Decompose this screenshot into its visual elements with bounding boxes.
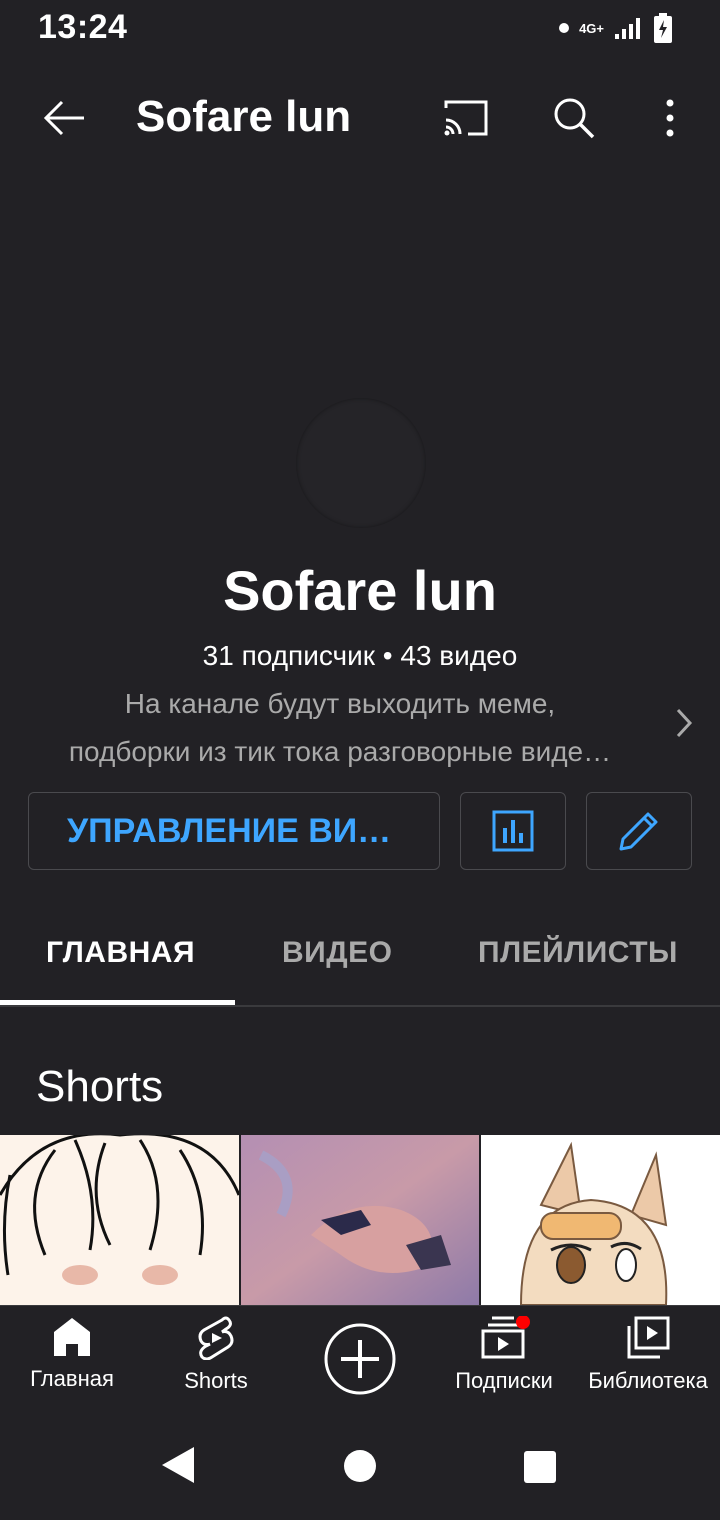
circle-home-icon — [344, 1450, 376, 1482]
chevron-right-icon — [676, 708, 693, 738]
nav-shorts[interactable]: Shorts — [156, 1316, 276, 1394]
network-type: 4G+ — [579, 20, 604, 36]
nav-subscriptions-label: Подписки — [455, 1368, 553, 1393]
system-home-button[interactable] — [343, 1449, 377, 1488]
shorts-section-title: Shorts — [36, 1062, 164, 1111]
cast-icon — [444, 100, 488, 136]
system-navigation-bar — [0, 1415, 720, 1520]
create-icon — [324, 1323, 396, 1395]
description-line-1: На канале будут выходить меме, — [124, 688, 556, 719]
tabs-divider — [0, 1005, 720, 1007]
system-back-button[interactable] — [160, 1445, 196, 1490]
channel-name: Sofare lun — [223, 559, 497, 622]
signal-icon — [615, 18, 640, 39]
tab-home[interactable]: ГЛАВНАЯ — [46, 936, 195, 970]
home-icon — [54, 1318, 90, 1356]
shorts-thumbnail[interactable] — [241, 1135, 479, 1305]
arrow-back-icon — [43, 100, 84, 136]
shorts-icon — [198, 1316, 234, 1360]
bottom-navigation: Главная Shorts Подписки Библиотека — [0, 1305, 720, 1416]
tab-playlists[interactable]: ПЛЕЙЛИСТЫ — [478, 936, 678, 970]
notification-dot-icon — [559, 23, 570, 33]
shorts-thumbnail[interactable] — [481, 1135, 720, 1305]
app-bar-title: Sofare lun — [136, 92, 352, 141]
nav-home[interactable]: Главная — [12, 1316, 132, 1392]
library-icon — [627, 1316, 670, 1359]
nav-shorts-label: Shorts — [184, 1368, 248, 1393]
analytics-icon — [492, 810, 534, 852]
analytics-button[interactable] — [460, 792, 566, 870]
more-vert-icon — [666, 99, 674, 137]
battery-icon — [654, 13, 672, 43]
status-icons: 4G+ — [559, 10, 672, 46]
manage-videos-button[interactable]: УПРАВЛЕНИЕ ВИ… — [28, 792, 440, 870]
search-button[interactable] — [544, 88, 604, 148]
shorts-thumbnail[interactable] — [0, 1135, 239, 1305]
nav-library[interactable]: Библиотека — [580, 1316, 716, 1394]
nav-library-label: Библиотека — [588, 1368, 708, 1393]
more-options-button[interactable] — [640, 88, 700, 148]
channel-stats: 31 подписчик • 43 видео — [202, 640, 518, 671]
create-button[interactable] — [320, 1322, 400, 1396]
back-button[interactable] — [34, 88, 94, 148]
channel-avatar[interactable] — [296, 398, 426, 528]
square-recents-icon — [524, 1451, 556, 1483]
description-line-2: подборки из тик тока разговорные виде… — [68, 736, 612, 767]
status-time: 13:24 — [38, 8, 128, 46]
channel-description[interactable]: На канале будут выходить меме, подборки … — [20, 680, 660, 776]
pencil-icon — [619, 812, 658, 851]
tab-videos[interactable]: ВИДЕО — [282, 936, 392, 970]
nav-home-label: Главная — [30, 1366, 114, 1391]
triangle-back-icon — [162, 1447, 194, 1483]
edit-channel-button[interactable] — [586, 792, 692, 870]
cast-button[interactable] — [436, 88, 496, 148]
search-icon — [554, 98, 595, 139]
nav-subscriptions[interactable]: Подписки — [444, 1316, 564, 1394]
system-recents-button[interactable] — [523, 1450, 557, 1489]
description-expand-button[interactable] — [668, 700, 698, 751]
subscriptions-icon — [481, 1316, 530, 1359]
